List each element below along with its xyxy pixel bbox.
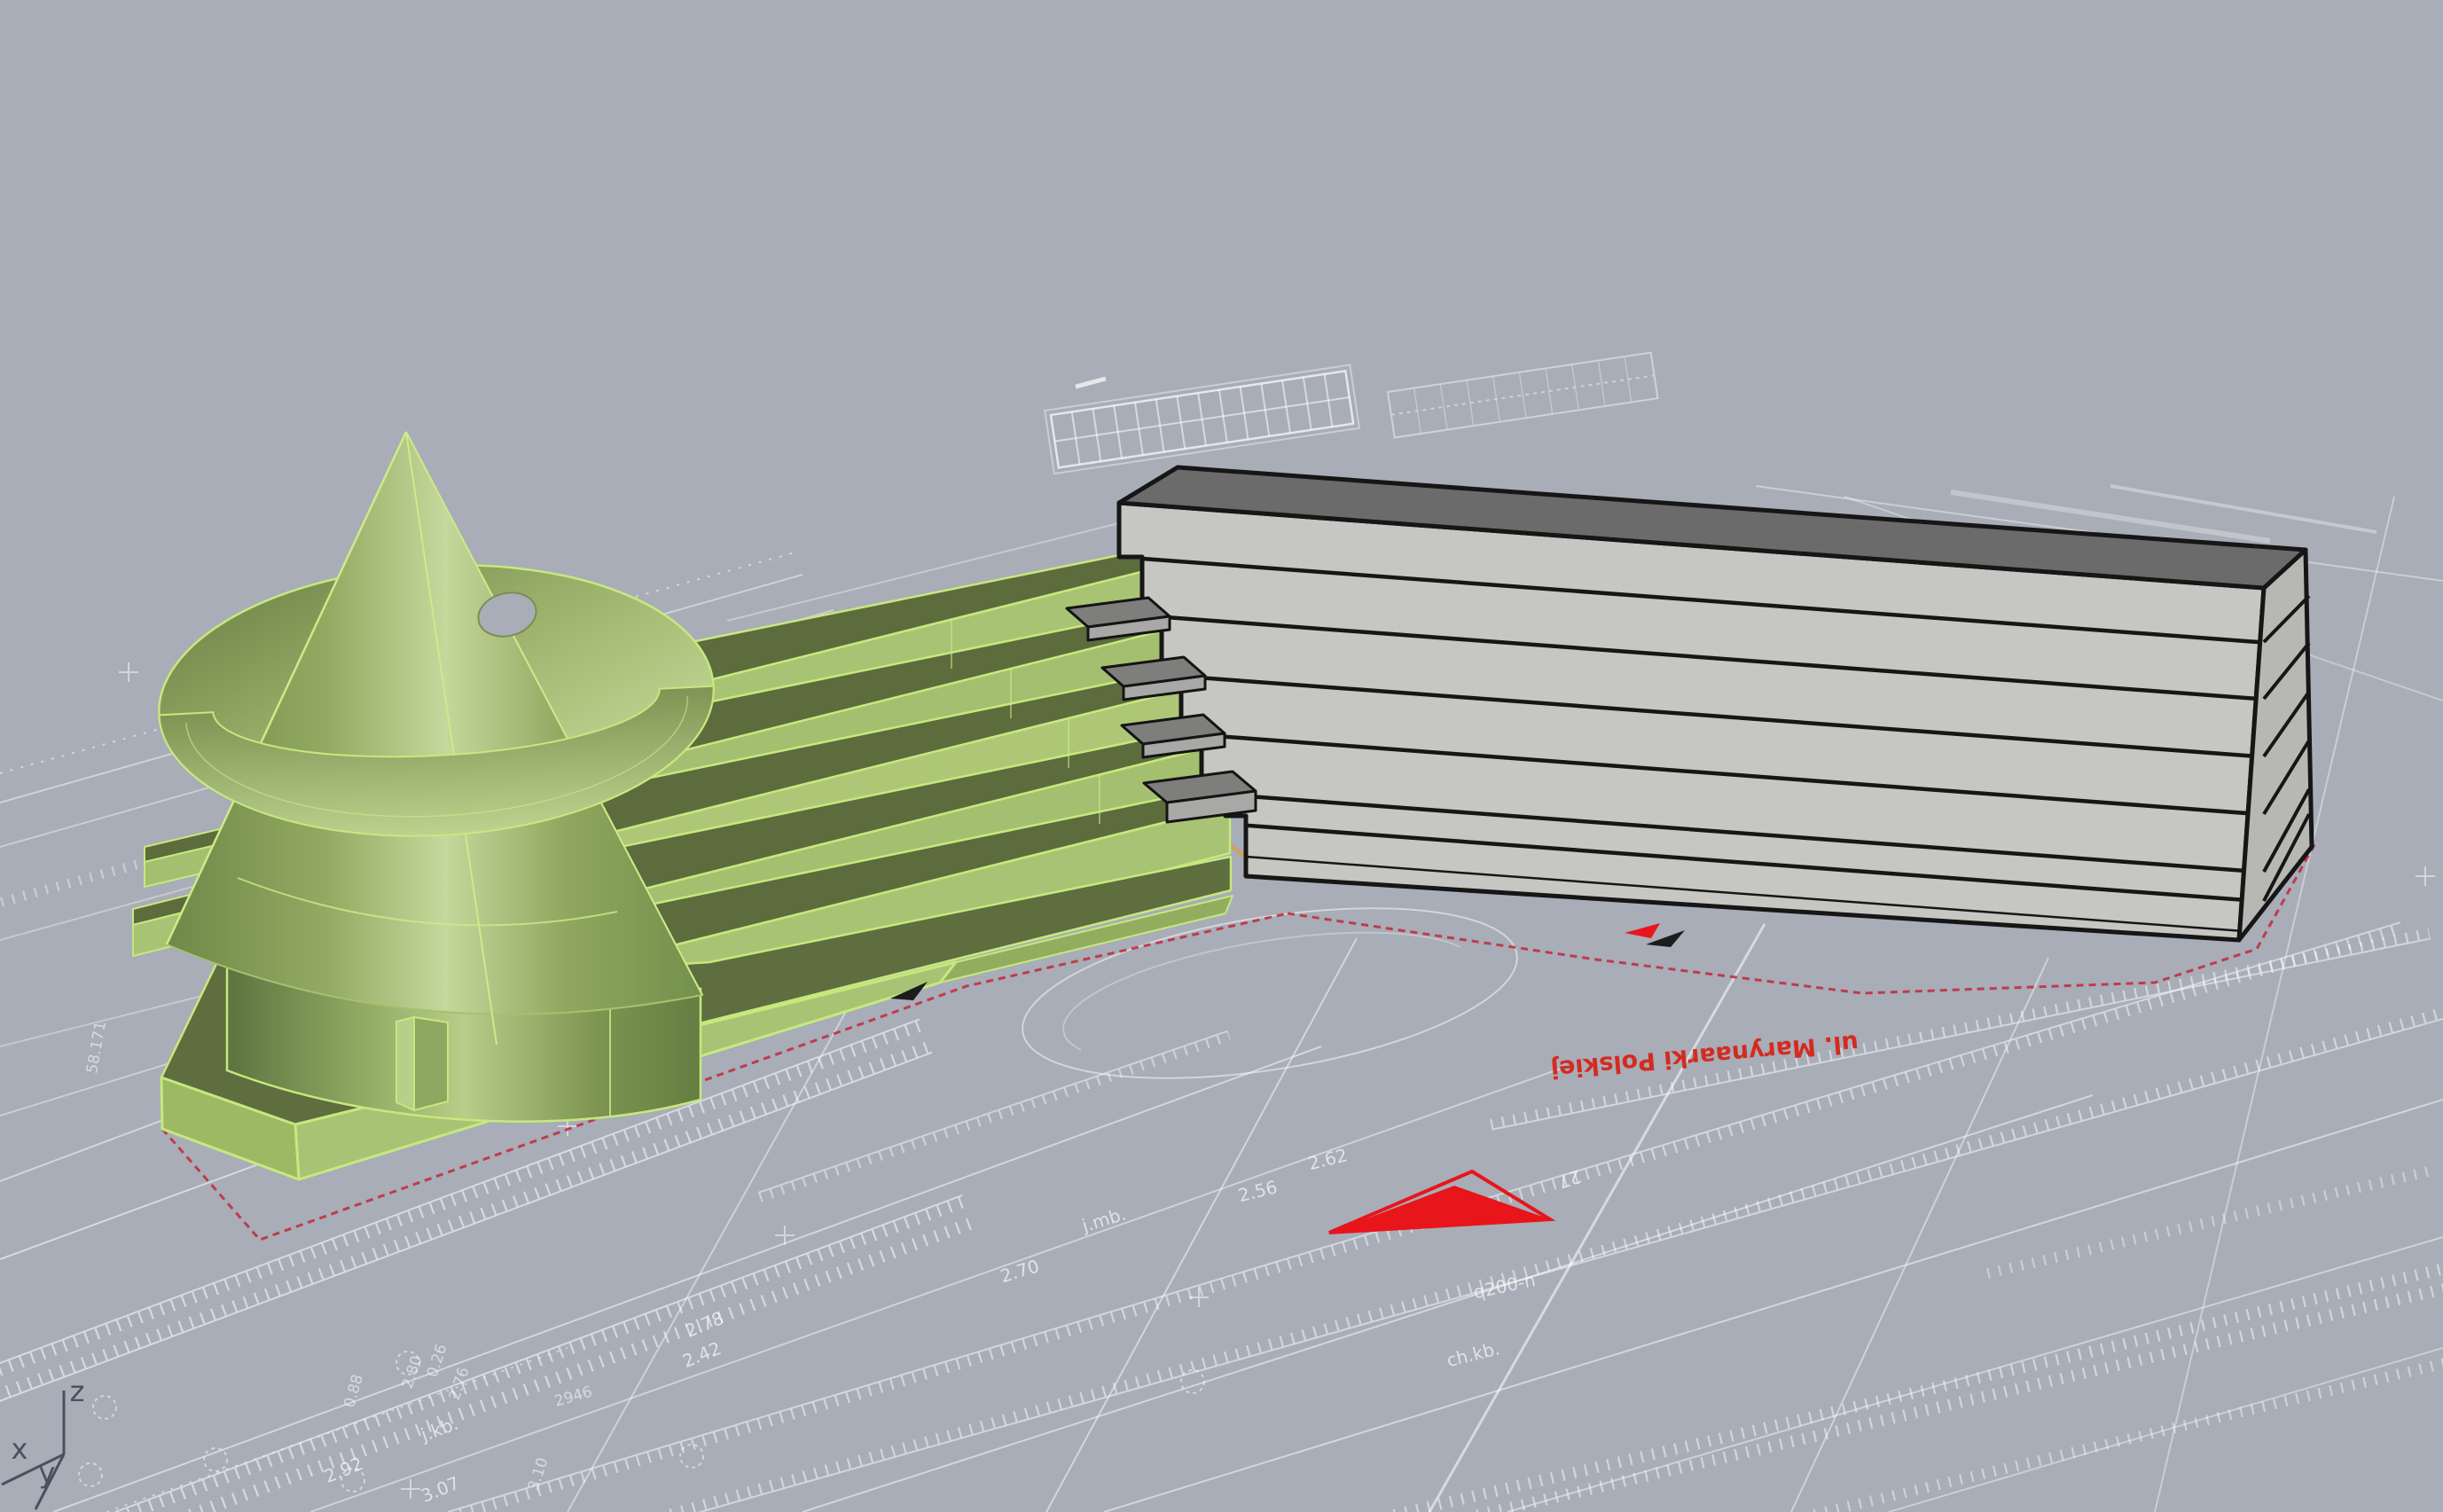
axis-y-label: y bbox=[39, 1456, 56, 1490]
axis-x-label: x bbox=[12, 1432, 28, 1466]
axis-z-label: z bbox=[70, 1375, 85, 1408]
cad-viewport[interactable]: j.mb. j.kb. ch.kb. 2.78 2.80 0.26 0.88 2… bbox=[0, 0, 2443, 1512]
model-canvas[interactable]: j.mb. j.kb. ch.kb. 2.78 2.80 0.26 0.88 2… bbox=[0, 0, 2443, 1512]
gray-building-model[interactable] bbox=[1067, 467, 2312, 940]
